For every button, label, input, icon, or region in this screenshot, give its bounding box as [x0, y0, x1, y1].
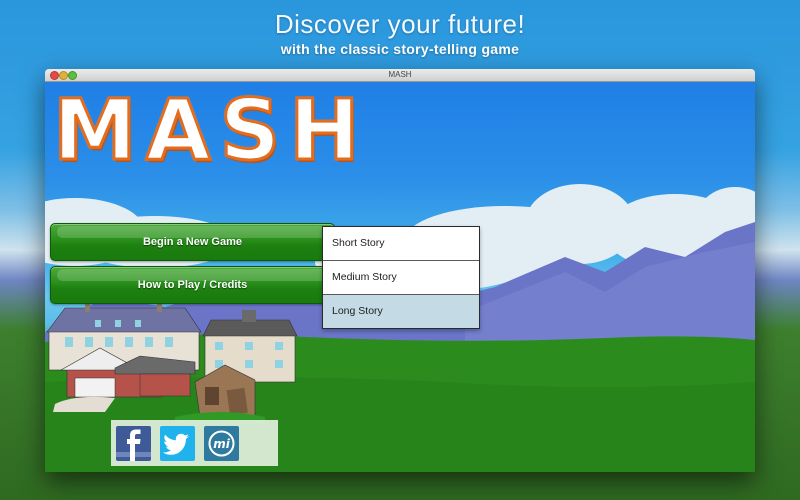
menu-item-short-story[interactable]: Short Story	[323, 227, 479, 261]
story-length-menu: Short Story Medium Story Long Story	[322, 226, 480, 329]
developer-button[interactable]: mi	[204, 426, 239, 461]
begin-new-game-button[interactable]: Begin a New Game	[50, 223, 335, 261]
mash-logo: MASH	[51, 82, 369, 179]
window-title: MASH	[388, 70, 412, 79]
social-links-panel: mi	[111, 420, 278, 466]
game-screen: MASH Begin a New Game How to Play / Cred…	[45, 82, 755, 472]
facebook-icon	[116, 429, 151, 461]
twitter-icon	[162, 433, 189, 455]
developer-logo-icon: mi	[208, 430, 235, 457]
twitter-button[interactable]	[160, 426, 195, 461]
promo-headline: Discover your future!	[274, 9, 526, 39]
how-to-play-credits-button[interactable]: How to Play / Credits	[50, 266, 335, 304]
svg-text:mi: mi	[213, 437, 231, 451]
menu-item-medium-story[interactable]: Medium Story	[323, 261, 479, 295]
window-titlebar[interactable]: MASH	[45, 69, 755, 82]
promo-subheadline: with the classic story-telling game	[280, 41, 520, 57]
app-window: MASH MASH Begin a New Game How to Play /…	[45, 69, 755, 472]
facebook-button[interactable]	[116, 426, 151, 461]
menu-item-long-story[interactable]: Long Story	[323, 295, 479, 328]
